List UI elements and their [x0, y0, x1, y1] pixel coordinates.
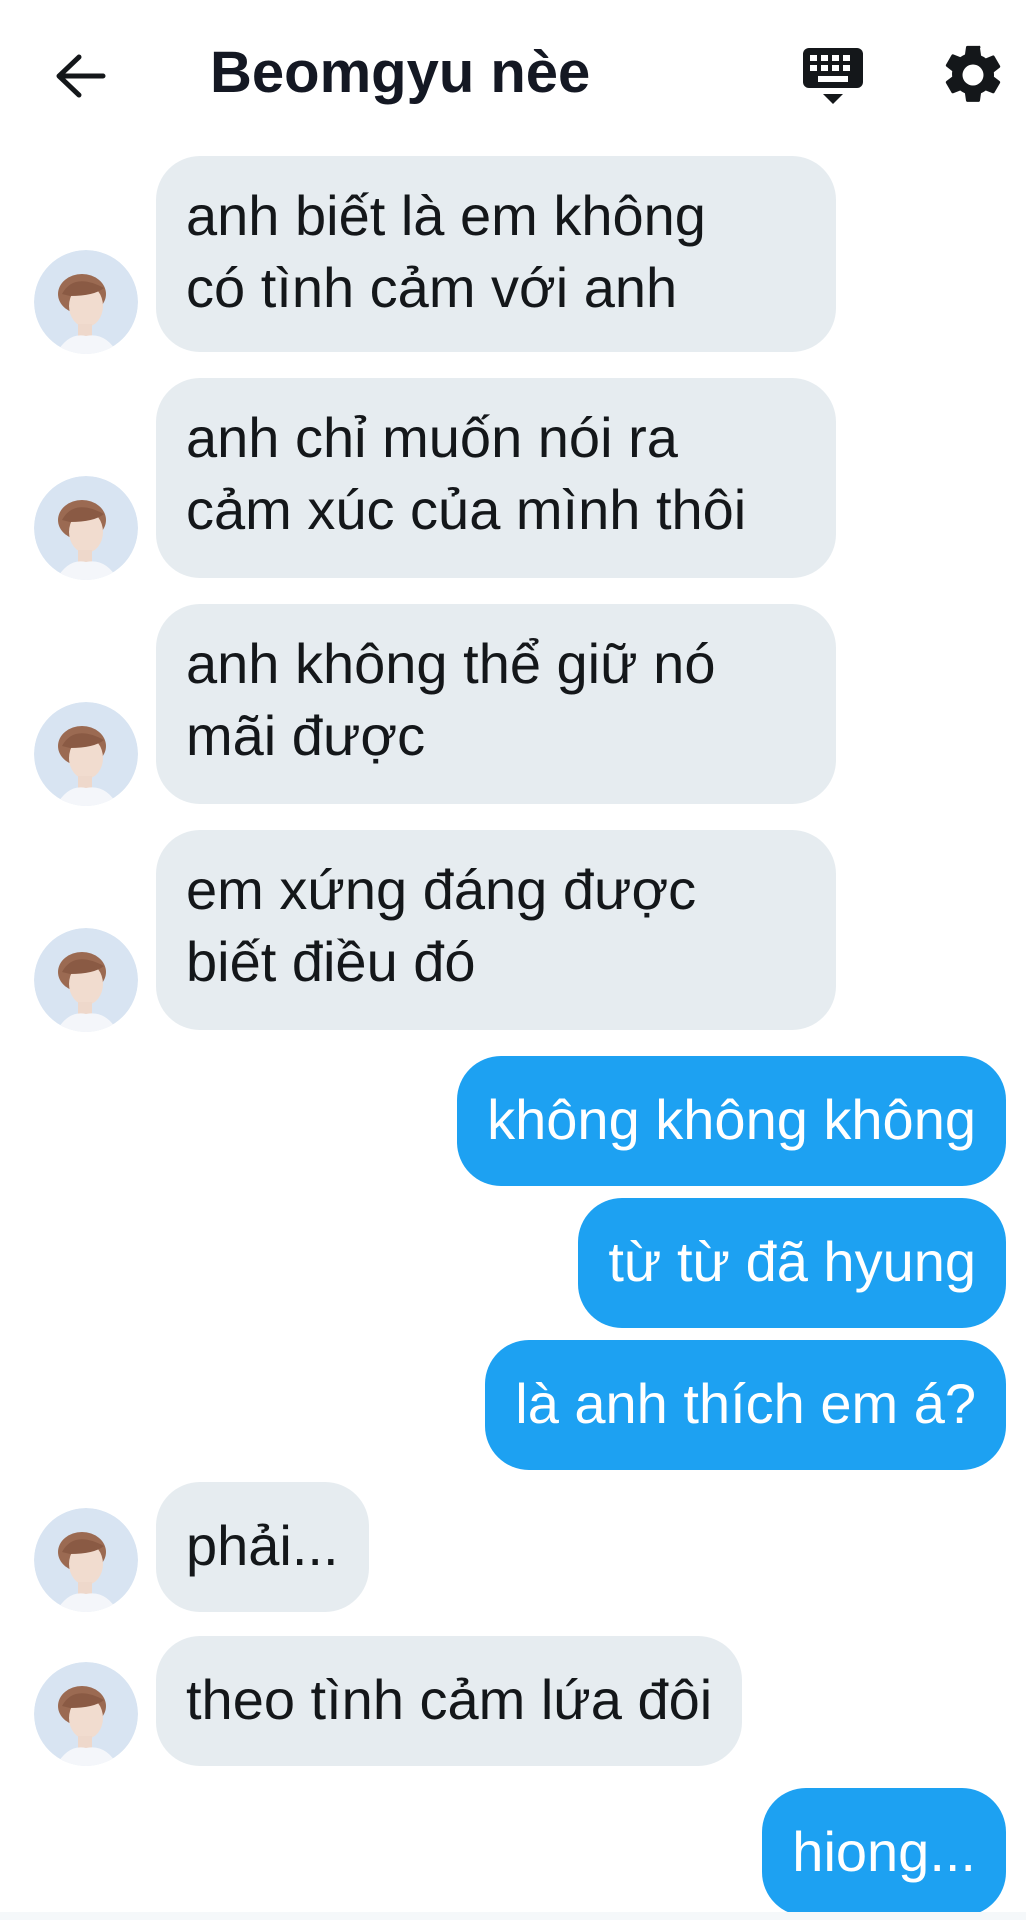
avatar[interactable] [34, 1508, 138, 1612]
avatar[interactable] [34, 250, 138, 354]
avatar[interactable] [34, 1662, 138, 1766]
conversation-title: Beomgyu nèe [210, 40, 591, 105]
conversation-header: Beomgyu nèe [0, 0, 1026, 150]
incoming-message-bubble[interactable]: anh biết là em không có tình cảm với anh [156, 156, 836, 352]
keyboard-button[interactable] [798, 40, 868, 110]
outgoing-message-bubble[interactable]: là anh thích em á? [485, 1340, 1006, 1470]
incoming-message-bubble[interactable]: anh chỉ muốn nói ra cảm xúc của mình thô… [156, 378, 836, 578]
outgoing-message-bubble[interactable]: không không không [457, 1056, 1006, 1186]
incoming-message-bubble[interactable]: em xứng đáng được biết điều đó [156, 830, 836, 1030]
incoming-message-bubble[interactable]: phải... [156, 1482, 369, 1612]
back-button[interactable] [48, 44, 112, 108]
settings-button[interactable] [938, 40, 1008, 110]
bottom-divider [0, 1912, 1026, 1920]
keyboard-icon [803, 48, 863, 104]
incoming-message-bubble[interactable]: anh không thể giữ nó mãi được [156, 604, 836, 804]
arrow-left-icon [56, 54, 106, 98]
avatar[interactable] [34, 476, 138, 580]
avatar[interactable] [34, 702, 138, 806]
outgoing-message-bubble[interactable]: từ từ đã hyung [578, 1198, 1006, 1328]
avatar[interactable] [34, 928, 138, 1032]
gear-icon [945, 45, 1001, 102]
incoming-message-bubble[interactable]: theo tình cảm lứa đôi [156, 1636, 743, 1766]
outgoing-message-bubble[interactable]: hiong... [762, 1788, 1006, 1916]
